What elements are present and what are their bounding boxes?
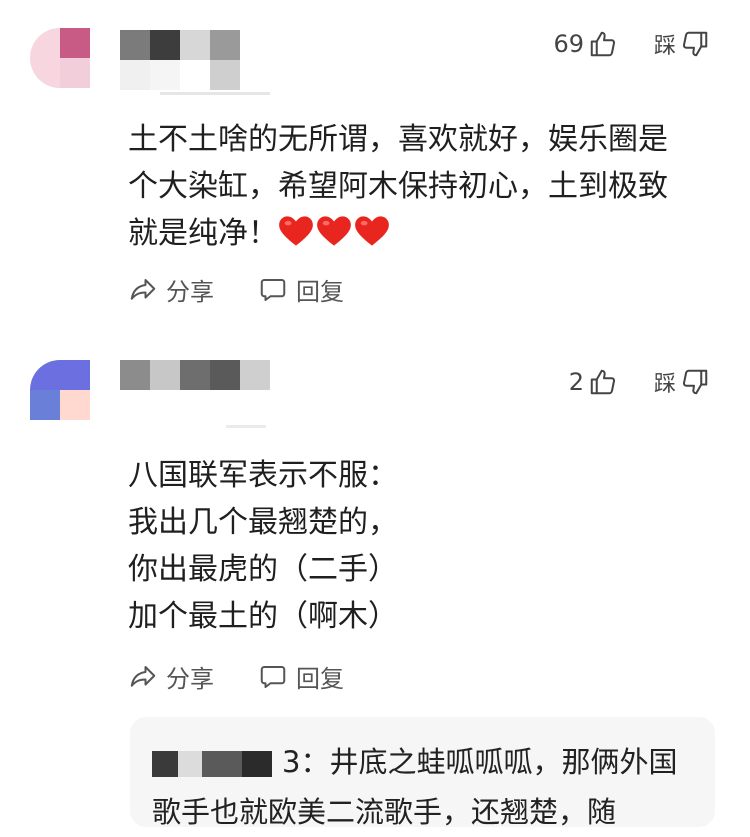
comment-text: 土不土啥的无所谓，喜欢就好，娱乐圈是 个大染缸，希望阿木保持初心，土到极致 就是… [128,116,728,257]
username[interactable] [120,30,240,60]
red-heart-icon [355,216,389,246]
share-label: 分享 [166,665,214,693]
speech-bubble-icon [260,278,286,301]
dislike-label[interactable]: 踩 [654,28,676,60]
reply-username-mosaic[interactable] [152,747,282,777]
dislike-label[interactable]: 踩 [654,366,676,398]
reply-button[interactable]: 回复 [258,659,344,694]
username[interactable] [120,360,270,390]
share-button[interactable]: 分享 [128,272,214,307]
comment-meta [160,92,270,95]
comment-actions: 分享 回复 [128,659,388,694]
heart-emojis [278,216,392,251]
share-arrow-icon [130,278,156,300]
share-label: 分享 [166,278,214,306]
avatar[interactable] [30,360,90,420]
reply-button[interactable]: 回复 [258,272,344,307]
red-heart-icon [279,216,313,246]
comment-body: 土不土啥的无所谓，喜欢就好，娱乐圈是 个大染缸，希望阿木保持初心，土到极致 就是… [128,122,668,251]
speech-bubble-icon [260,665,286,688]
thumbs-down-icon[interactable] [680,367,710,397]
username-mosaic [120,60,240,90]
thumbs-up-icon[interactable] [588,367,618,397]
reply-username-fragment: 3： [282,745,330,779]
reply-preview[interactable]: 3：井底之蛙呱呱呱，那俩外国歌手也就欧美二流歌手，还翘楚，随 [130,717,715,829]
reply-preview-text: 3：井底之蛙呱呱呱，那俩外国歌手也就欧美二流歌手，还翘楚，随 [152,737,700,837]
share-button[interactable]: 分享 [128,659,214,694]
comment-text: 八国联军表示不服： 我出几个最翘楚的， 你出最虎的（二手） 加个最土的（啊木） [128,458,398,634]
reply-label: 回复 [296,278,344,306]
reply-label: 回复 [296,665,344,693]
thumbs-up-icon[interactable] [588,29,618,59]
like-bar: 69 踩 [553,28,710,60]
like-bar: 2 踩 [569,366,710,398]
avatar[interactable] [30,28,90,88]
comment-actions: 分享 回复 [128,272,388,307]
share-arrow-icon [130,665,156,687]
comment-meta [226,425,266,428]
red-heart-icon [317,216,351,246]
like-count: 2 [568,368,584,396]
like-count: 69 [553,30,584,58]
thumbs-down-icon[interactable] [680,29,710,59]
